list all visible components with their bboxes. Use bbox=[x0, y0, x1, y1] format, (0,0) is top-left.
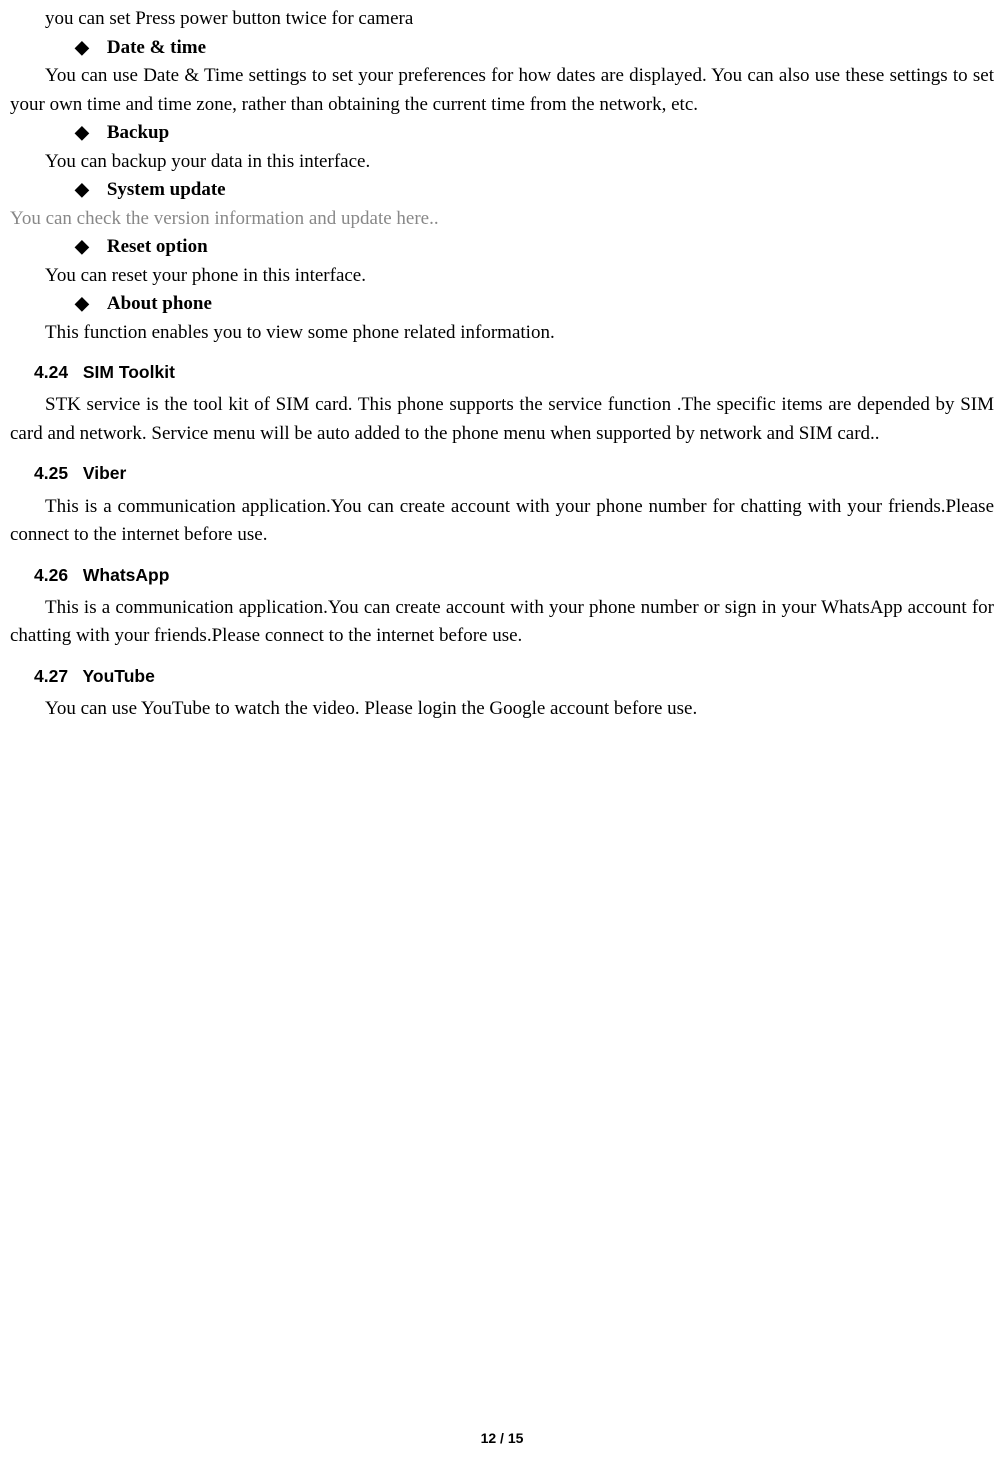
section-body: This is a communication application.You … bbox=[10, 493, 994, 550]
page-content: you can set Press power button twice for… bbox=[10, 0, 994, 724]
page-number: 12 / 15 bbox=[0, 1428, 1004, 1449]
bullet-body: You can use Date & Time settings to set … bbox=[10, 62, 994, 119]
bullet-body: You can reset your phone in this interfa… bbox=[10, 262, 994, 291]
bullet-date-time: ◆ Date & time bbox=[75, 34, 994, 63]
intro-text: you can set Press power button twice for… bbox=[45, 5, 994, 34]
bullet-title: Reset option bbox=[107, 233, 208, 262]
diamond-icon: ◆ bbox=[75, 119, 89, 146]
bullet-body: You can backup your data in this interfa… bbox=[10, 148, 994, 177]
bullet-reset-option: ◆ Reset option bbox=[75, 233, 994, 262]
section-body: STK service is the tool kit of SIM card.… bbox=[10, 391, 994, 448]
bullet-title: System update bbox=[107, 176, 226, 205]
section-body: This is a communication application.You … bbox=[10, 594, 994, 651]
bullet-title: Date & time bbox=[107, 34, 206, 63]
section-heading-sim-toolkit: 4.24 SIM Toolkit bbox=[34, 359, 994, 385]
bullet-title: About phone bbox=[107, 290, 212, 319]
bullet-body: You can check the version information an… bbox=[10, 205, 994, 234]
bullet-backup: ◆ Backup bbox=[75, 119, 994, 148]
section-number: 4.24 bbox=[34, 359, 78, 385]
bullet-title: Backup bbox=[107, 119, 169, 148]
section-number: 4.27 bbox=[34, 663, 78, 689]
section-body: You can use YouTube to watch the video. … bbox=[10, 695, 994, 724]
section-heading-viber: 4.25 Viber bbox=[34, 460, 994, 486]
diamond-icon: ◆ bbox=[75, 34, 89, 61]
section-title: Viber bbox=[83, 463, 126, 483]
section-heading-whatsapp: 4.26 WhatsApp bbox=[34, 562, 994, 588]
section-number: 4.25 bbox=[34, 460, 78, 486]
section-heading-youtube: 4.27 YouTube bbox=[34, 663, 994, 689]
diamond-icon: ◆ bbox=[75, 176, 89, 203]
diamond-icon: ◆ bbox=[75, 290, 89, 317]
bullet-body: This function enables you to view some p… bbox=[10, 319, 994, 348]
section-title: YouTube bbox=[83, 666, 155, 686]
section-title: WhatsApp bbox=[83, 565, 170, 585]
bullet-about-phone: ◆ About phone bbox=[75, 290, 994, 319]
bullet-system-update: ◆ System update bbox=[75, 176, 994, 205]
section-number: 4.26 bbox=[34, 562, 78, 588]
diamond-icon: ◆ bbox=[75, 233, 89, 260]
section-title: SIM Toolkit bbox=[83, 362, 175, 382]
